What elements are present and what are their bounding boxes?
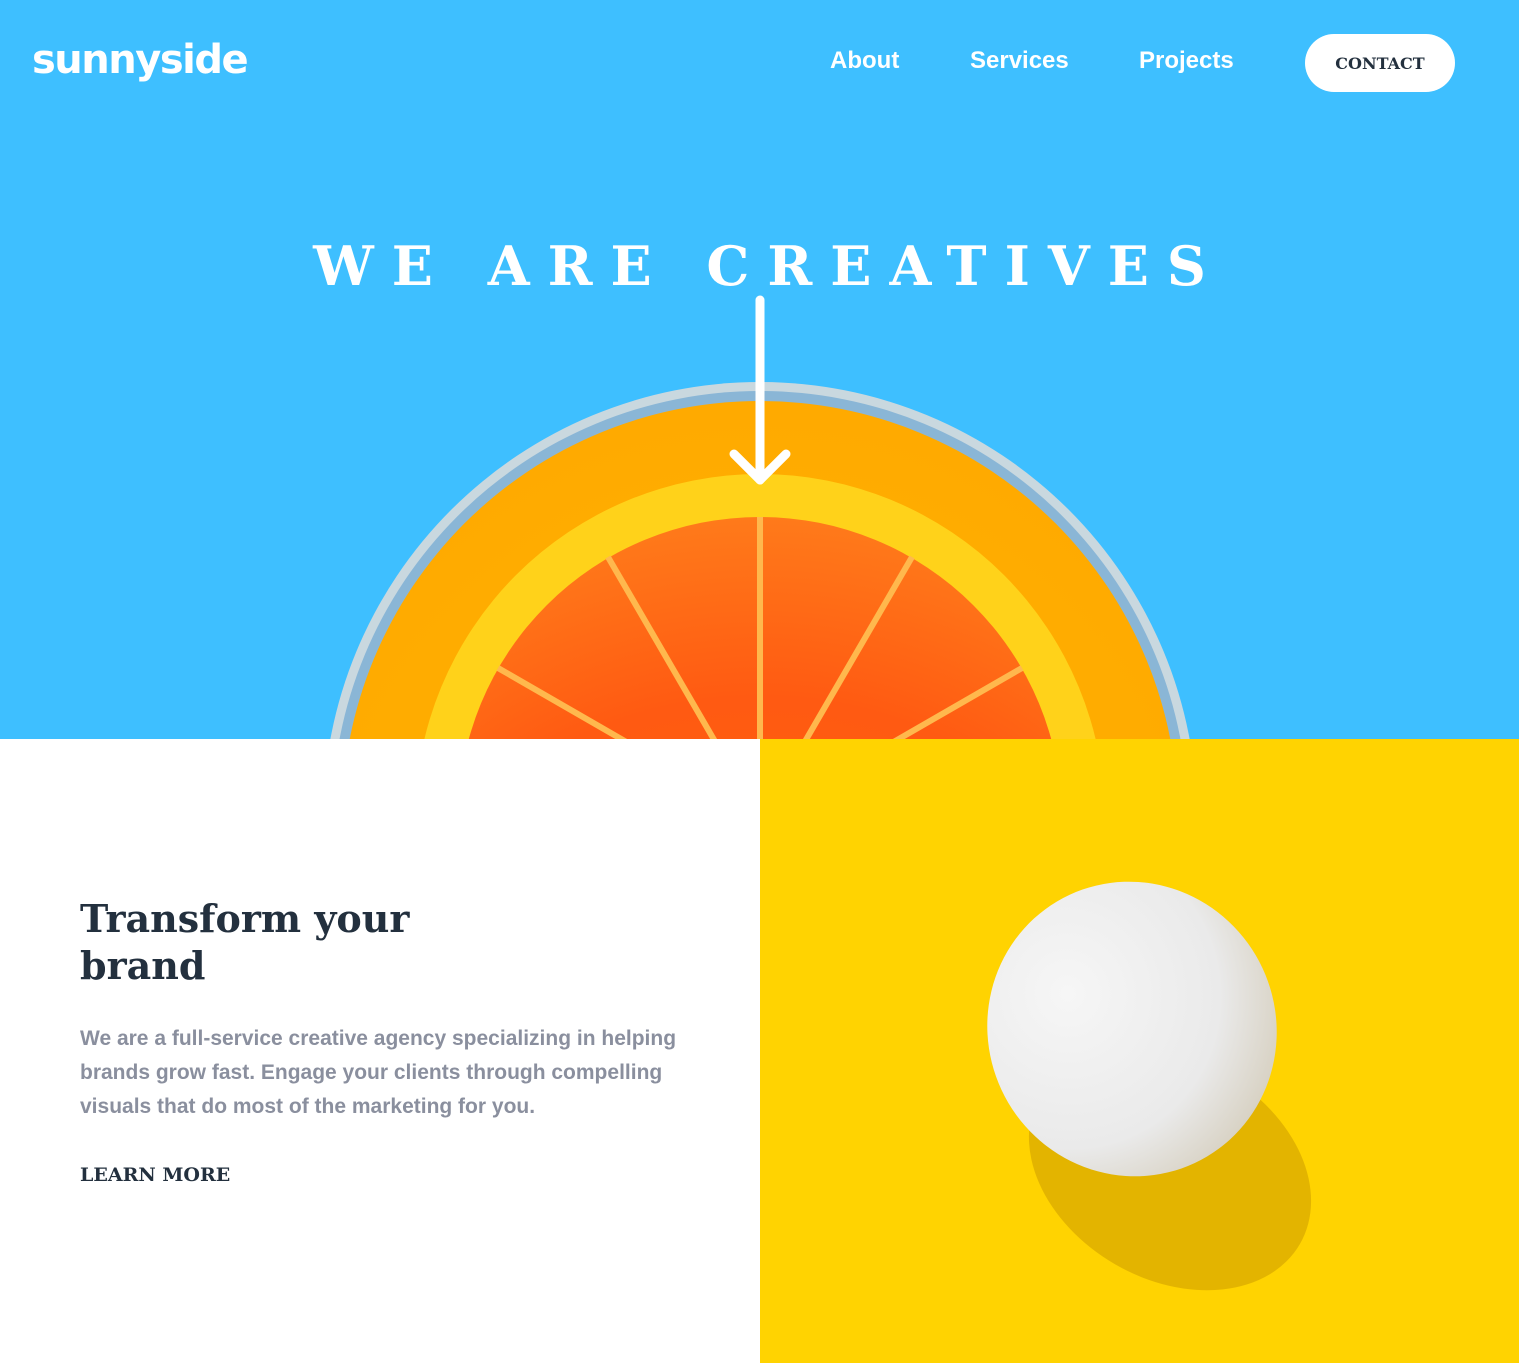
contact-button[interactable]: CONTACT <box>1305 34 1455 92</box>
arrow-down-icon <box>729 295 791 485</box>
egg-image-panel <box>760 739 1519 1363</box>
feature-text-panel: Transform your brand We are a full-servi… <box>0 739 760 1363</box>
feature-title: Transform your brand <box>80 896 410 988</box>
nav-services[interactable]: Services <box>970 44 1069 78</box>
nav-projects[interactable]: Projects <box>1139 44 1234 78</box>
feature-description: We are a full-service creative agency sp… <box>80 1027 677 1118</box>
learn-more-link[interactable]: LEARN MORE <box>80 1160 230 1190</box>
hero-section: sunnyside About Services Projects CONTAC… <box>0 0 1519 739</box>
contact-button-label: CONTACT <box>1335 53 1425 73</box>
logo[interactable]: sunnyside <box>32 34 249 86</box>
egg-image <box>987 881 1312 1291</box>
nav-about[interactable]: About <box>830 44 899 78</box>
